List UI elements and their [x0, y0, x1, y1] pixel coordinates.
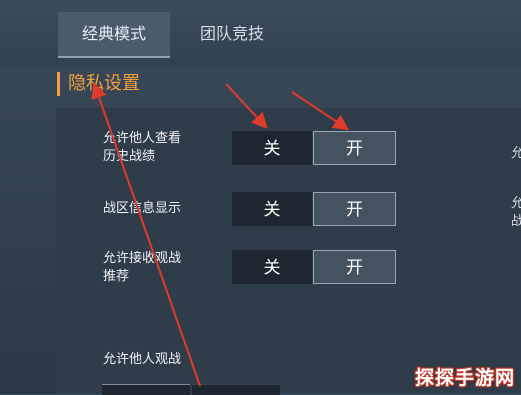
arrow-to-off-button: [225, 83, 268, 129]
arrow-to-on-button: [291, 91, 350, 131]
annotation-arrows: [91, 82, 350, 387]
arrow-to-section-title: [91, 82, 201, 387]
site-watermark-logo: 探探手游网: [414, 367, 515, 389]
